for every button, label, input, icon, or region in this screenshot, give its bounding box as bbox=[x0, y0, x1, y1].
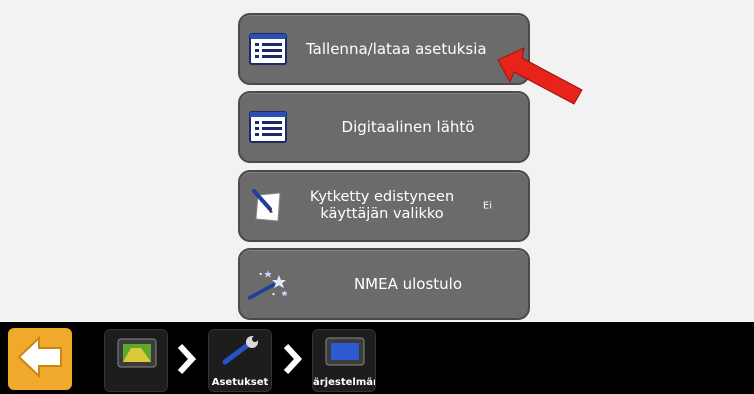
breadcrumb-label: Asetukset bbox=[211, 377, 269, 388]
display-unit-icon bbox=[117, 336, 157, 374]
save-load-settings-button[interactable]: Tallenna/lataa asetuksia bbox=[238, 13, 530, 85]
notepad-pen-icon bbox=[246, 187, 290, 225]
menu-item-label: Digitaalinen lähtö bbox=[341, 117, 475, 136]
bottom-navigation-bar: Asetukset ärjestelmän asetukset bbox=[0, 322, 754, 394]
toggle-value: Ei bbox=[482, 200, 492, 212]
menu-item-label: NMEA ulostulo bbox=[353, 274, 463, 293]
menu-item-label: Kytketty edistyneen käyttäjän valikko bbox=[309, 189, 455, 222]
red-arrow-icon bbox=[496, 46, 586, 108]
breadcrumb-settings[interactable]: Asetukset bbox=[208, 329, 272, 392]
list-icon bbox=[246, 108, 290, 146]
back-button[interactable] bbox=[8, 328, 72, 390]
nmea-output-button[interactable]: NMEA ulostulo bbox=[238, 248, 530, 320]
magic-wand-icon bbox=[246, 265, 290, 303]
back-arrow-icon bbox=[15, 334, 65, 384]
wrench-icon bbox=[221, 336, 261, 370]
list-icon bbox=[246, 30, 290, 68]
chevron-right-icon bbox=[177, 343, 197, 375]
breadcrumb-home[interactable] bbox=[104, 329, 168, 392]
menu-item-label: Tallenna/lataa asetuksia bbox=[306, 39, 487, 58]
breadcrumb-label: ärjestelmän asetukset bbox=[313, 377, 375, 388]
digital-output-button[interactable]: Digitaalinen lähtö bbox=[238, 91, 530, 163]
breadcrumb-system-settings[interactable]: ärjestelmän asetukset bbox=[312, 329, 376, 392]
advanced-user-menu-toggle[interactable]: Kytketty edistyneen käyttäjän valikko Ei bbox=[238, 170, 530, 242]
display-unit-icon bbox=[325, 336, 365, 372]
chevron-right-icon bbox=[283, 343, 303, 375]
